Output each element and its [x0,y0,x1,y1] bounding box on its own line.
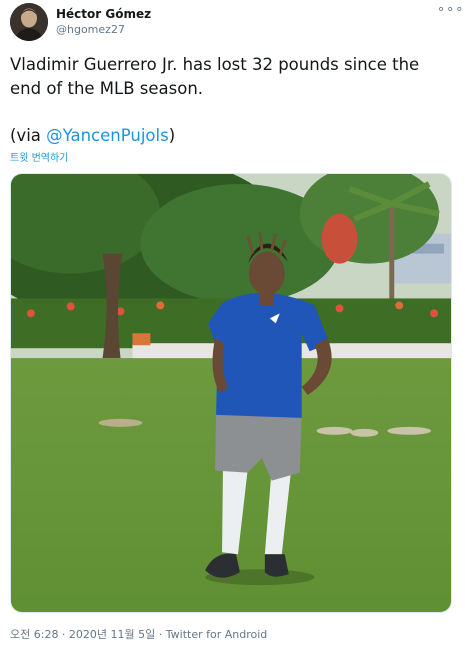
tweet-timestamp[interactable]: 오전 6:28 · 2020년 11월 5일 · Twitter for And… [10,626,267,642]
avatar[interactable] [10,3,48,41]
display-name[interactable]: Héctor Gómez [56,7,151,21]
username-handle[interactable]: @hgomez27 [56,23,125,36]
photo-icon [11,174,451,612]
tweet-text: Vladimir Guerrero Jr. has lost 32 pounds… [10,55,420,98]
mention-link[interactable]: @YancenPujols [46,126,169,145]
translate-tweet-link[interactable]: 트윗 번역하기 [10,149,68,164]
via-line: (via @YancenPujols) [10,125,175,147]
more-options-button[interactable]: ∘∘∘ [437,3,463,19]
via-suffix: ) [168,126,176,145]
via-prefix: (via [10,126,47,145]
more-horizontal-icon: ∘∘∘ [437,2,465,17]
tweet-photo[interactable] [10,173,452,613]
